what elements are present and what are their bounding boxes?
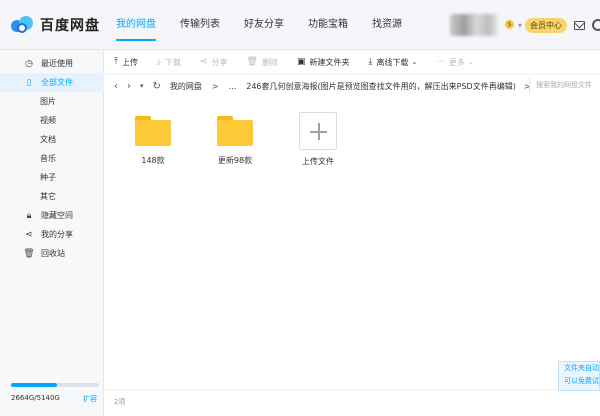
- sidebar-item-videos[interactable]: 视频: [0, 111, 104, 130]
- sidebar-item-label: 音乐: [40, 154, 56, 163]
- sidebar-item-other[interactable]: 其它: [0, 187, 104, 206]
- sidebar-item-label: 我的分享: [41, 230, 73, 239]
- forward-arrow-icon[interactable]: ›: [127, 81, 131, 92]
- folder-icon: [217, 116, 253, 146]
- gear-icon[interactable]: [592, 19, 600, 31]
- upload-icon: ⤒: [114, 57, 118, 67]
- sidebar-item-documents[interactable]: 文档: [0, 130, 104, 149]
- sidebar-item-label: 视频: [40, 116, 56, 125]
- sidebar-item-my-shares[interactable]: ⋖ 我的分享: [0, 225, 104, 244]
- sidebar-item-all-files[interactable]: ▯ 全部文件: [0, 73, 104, 92]
- tip-line: 文件夹自动: [564, 364, 599, 372]
- storage-progress-bar: [11, 383, 99, 387]
- vip-badge-icon: $: [505, 20, 514, 29]
- sidebar-item-label: 全部文件: [41, 78, 73, 87]
- app-logo[interactable]: 百度网盘: [11, 14, 100, 36]
- sidebar-item-torrents[interactable]: 种子: [0, 168, 104, 187]
- main-nav: 我的网盘 传输列表 好友分享 功能宝箱 找资源: [116, 0, 426, 50]
- more-button[interactable]: ··· 更多 ⌄: [436, 57, 473, 68]
- sidebar: ◷ 最近使用 ▯ 全部文件 图片 视频 文档 音乐 种子 其它 🔒︎ 隐藏空间: [0, 50, 104, 416]
- sidebar-item-label: 文档: [40, 135, 56, 144]
- file-name: 更新98款: [217, 156, 253, 165]
- expand-storage-link[interactable]: 扩容: [83, 394, 97, 404]
- member-center-button[interactable]: 会员中心: [525, 18, 567, 33]
- more-dots-icon: ···: [436, 57, 445, 67]
- sidebar-item-label: 种子: [40, 173, 56, 182]
- sidebar-item-label: 图片: [40, 97, 56, 106]
- upload-label: 上传: [121, 57, 138, 67]
- cloud-logo-icon: [11, 16, 35, 34]
- plus-icon: [299, 112, 337, 150]
- app-name: 百度网盘: [40, 18, 100, 34]
- nav-my-disk[interactable]: 我的网盘: [116, 0, 156, 50]
- folder-icon: [135, 116, 171, 146]
- new-folder-label: 新建文件夹: [309, 57, 350, 67]
- offline-download-button[interactable]: ⤓ 离线下载 ⌄: [368, 57, 417, 68]
- chevron-down-icon: ⌄: [467, 58, 474, 66]
- more-label: 更多: [448, 57, 465, 67]
- tip-line: 可以免费试: [564, 377, 599, 385]
- folder-plus-icon: ▣: [296, 57, 306, 67]
- search-divider: [529, 78, 530, 94]
- top-bar: 百度网盘 我的网盘 传输列表 好友分享 功能宝箱 找资源 $ ▾ 会员中心: [0, 0, 600, 50]
- user-avatar[interactable]: [450, 14, 498, 36]
- download-icon: ⤓: [156, 57, 161, 67]
- nav-find-resources[interactable]: 找资源: [372, 0, 402, 50]
- breadcrumb-separator: >: [211, 81, 219, 91]
- share-label: 分享: [211, 57, 228, 67]
- status-bar: 2项: [104, 389, 600, 416]
- history-dropdown-icon[interactable]: ▾: [140, 82, 144, 90]
- breadcrumb-ellipsis[interactable]: ...: [229, 82, 237, 91]
- download-label: 下载: [164, 57, 181, 67]
- breadcrumb-root[interactable]: 我的网盘: [170, 81, 202, 92]
- share-button[interactable]: ⋖ 分享: [200, 57, 228, 68]
- nav-friend-share[interactable]: 好友分享: [244, 0, 284, 50]
- offline-download-label: 离线下载: [376, 57, 409, 67]
- sidebar-item-hidden-space[interactable]: 🔒︎ 隐藏空间: [0, 206, 104, 225]
- sidebar-item-label: 回收站: [41, 249, 65, 258]
- clock-icon: ◷: [25, 58, 33, 69]
- back-arrow-icon[interactable]: ‹: [114, 81, 118, 92]
- delete-button[interactable]: 🗑︎ 删除: [247, 57, 278, 68]
- sidebar-item-label: 隐藏空间: [41, 211, 73, 220]
- delete-label: 删除: [261, 57, 278, 67]
- nav-toolbox[interactable]: 功能宝箱: [308, 0, 348, 50]
- auto-backup-tip[interactable]: 文件夹自动 可以免费试: [558, 361, 600, 391]
- download-button[interactable]: ⤓ 下载: [157, 57, 181, 68]
- offline-download-icon: ⤓: [368, 57, 373, 67]
- sidebar-item-label: 最近使用: [41, 59, 73, 68]
- file-item-folder[interactable]: 更新98款: [205, 116, 265, 166]
- refresh-icon[interactable]: ↻: [153, 81, 161, 92]
- item-count: 2项: [114, 398, 126, 406]
- baidu-netdisk-window: 百度网盘 我的网盘 传输列表 好友分享 功能宝箱 找资源 $ ▾ 会员中心 ◷ …: [0, 0, 600, 416]
- user-menu-caret-icon[interactable]: ▾: [518, 21, 522, 30]
- share-icon: ⋖: [199, 57, 208, 67]
- sidebar-item-music[interactable]: 音乐: [0, 149, 104, 168]
- storage-usage-text: 2664G/5140G: [11, 394, 60, 402]
- chevron-down-icon: ⌄: [411, 58, 418, 66]
- sidebar-item-recycle-bin[interactable]: 🗑︎ 回收站: [0, 244, 104, 263]
- file-toolbar: ⤒ 上传 ⤓ 下载 ⋖ 分享 🗑︎ 删除 ▣ 新建文件夹 ⤓ 离线下载 ⌄ ··…: [104, 50, 600, 75]
- search-input[interactable]: 搜索我的网盘文件: [536, 80, 592, 90]
- upload-file-tile[interactable]: 上传文件: [288, 112, 348, 167]
- sidebar-item-images[interactable]: 图片: [0, 92, 104, 111]
- share-icon: ⋖: [25, 229, 33, 240]
- mail-icon[interactable]: [574, 21, 585, 30]
- file-icon: ▯: [26, 77, 32, 88]
- sidebar-item-recent[interactable]: ◷ 最近使用: [0, 54, 104, 73]
- trash-icon: 🗑︎: [246, 57, 258, 67]
- storage-progress-fill: [11, 383, 57, 387]
- file-name: 上传文件: [302, 157, 334, 166]
- nav-transfer-list[interactable]: 传输列表: [180, 0, 220, 50]
- new-folder-button[interactable]: ▣ 新建文件夹: [297, 57, 350, 68]
- file-name: 148款: [141, 156, 165, 165]
- breadcrumb: ‹ › ▾ ↻ 我的网盘 > ... 246套几何创意海报(图片是预览图查找文件…: [104, 75, 600, 97]
- breadcrumb-current: 246套几何创意海报(图片是预览图查找文件用的，解压出来PSD文件再编辑): [246, 81, 516, 91]
- lock-icon: 🔒︎: [26, 210, 32, 221]
- file-item-folder[interactable]: 148款: [123, 116, 183, 166]
- sidebar-item-label: 其它: [40, 192, 56, 201]
- upload-button[interactable]: ⤒ 上传: [114, 57, 138, 68]
- trash-icon: 🗑︎: [23, 248, 35, 259]
